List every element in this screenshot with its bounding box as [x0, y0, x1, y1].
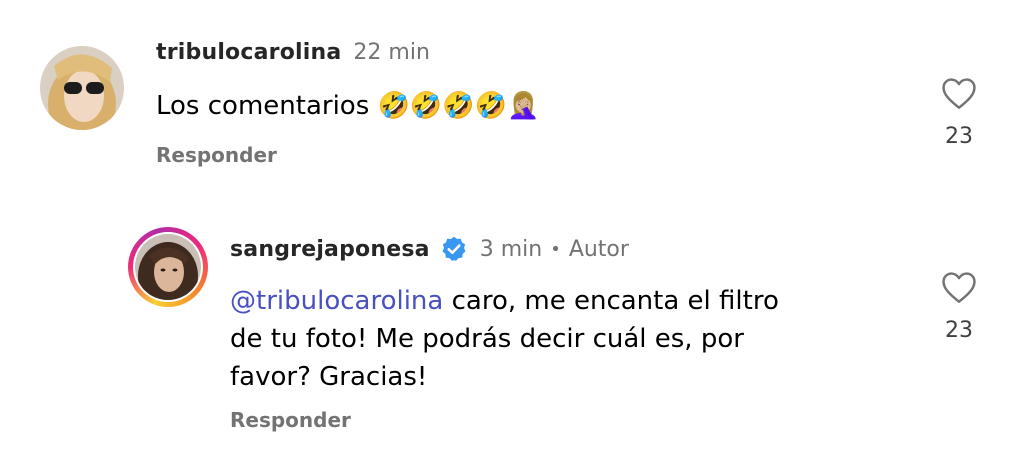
heart-outline-icon[interactable]	[940, 76, 978, 114]
author-badge: Autor	[568, 236, 629, 262]
comment-text-line-1: caro, me encanta el filtro	[443, 286, 779, 316]
emoji-row: 🤣🤣🤣🤣🤦🏼‍♀️	[377, 91, 540, 121]
comment-header: tribulocarolina 22 min	[156, 40, 430, 65]
reply-button[interactable]: Responder	[156, 143, 277, 167]
avatar-image	[135, 234, 201, 300]
comment-header: sangrejaponesa 3 min • Autor	[230, 235, 629, 263]
avatar-story-ring[interactable]	[128, 227, 208, 307]
like-count: 23	[945, 124, 973, 149]
comment-line-1: @tribulocarolina caro, me encanta el fil…	[230, 282, 910, 320]
heart-outline-icon[interactable]	[940, 270, 978, 308]
like-group: 23	[929, 270, 989, 343]
username[interactable]: tribulocarolina	[156, 40, 341, 65]
verified-badge-icon	[440, 235, 468, 263]
avatar-image	[40, 46, 124, 130]
mention-link[interactable]: @tribulocarolina	[230, 286, 443, 316]
comment-text-line-2: de tu foto! Me podrás decir cuál es, por	[230, 324, 744, 354]
comment-text-content: Los comentarios	[156, 91, 370, 121]
separator-dot: •	[550, 238, 561, 260]
avatar	[135, 234, 201, 300]
avatar[interactable]	[40, 46, 124, 130]
timestamp: 3 min	[479, 236, 543, 262]
username[interactable]: sangrejaponesa	[230, 237, 430, 262]
comment-text-line-3: favor? Gracias!	[230, 362, 428, 392]
reply-button[interactable]: Responder	[230, 408, 351, 432]
like-count: 23	[945, 318, 973, 343]
timestamp: 22 min	[353, 40, 430, 65]
comment-text: @tribulocarolina caro, me encanta el fil…	[230, 282, 910, 396]
comment-text: Los comentarios 🤣🤣🤣🤣🤦🏼‍♀️	[156, 87, 539, 125]
like-group: 23	[929, 76, 989, 149]
